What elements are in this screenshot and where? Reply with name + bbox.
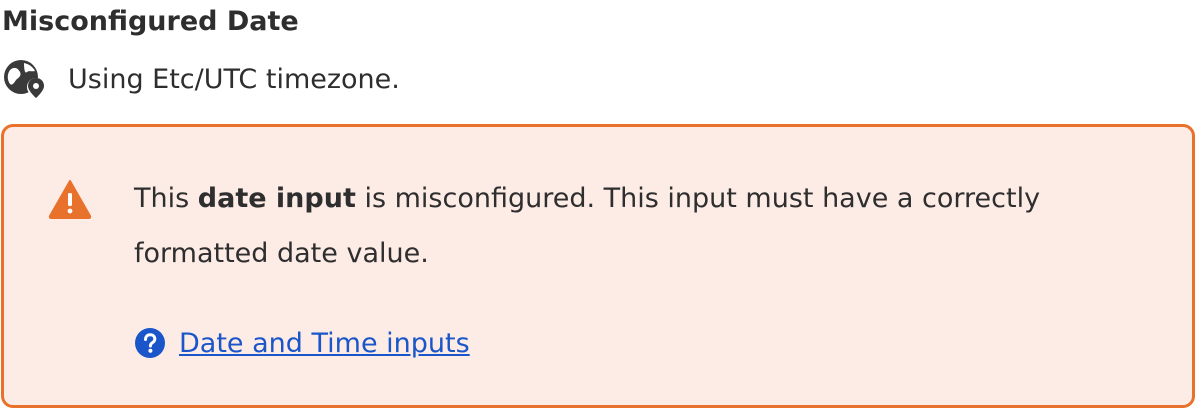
timezone-info: Using Etc/UTC timezone. — [2, 56, 400, 102]
date-time-inputs-help-link[interactable]: Date and Time inputs — [179, 328, 470, 359]
alert-message-bold: date input — [197, 183, 356, 214]
misconfiguration-alert: This date input is misconfigured. This i… — [1, 124, 1195, 408]
help-circle-icon — [134, 327, 166, 359]
alert-message: This date input is misconfigured. This i… — [134, 171, 1144, 281]
timezone-text: Using Etc/UTC timezone. — [68, 63, 400, 95]
field-title: Misconfigured Date — [2, 6, 299, 37]
help-row: Date and Time inputs — [134, 323, 470, 363]
warning-icon — [48, 179, 92, 219]
alert-message-prefix: This — [134, 183, 198, 214]
globe-location-icon — [2, 56, 48, 102]
